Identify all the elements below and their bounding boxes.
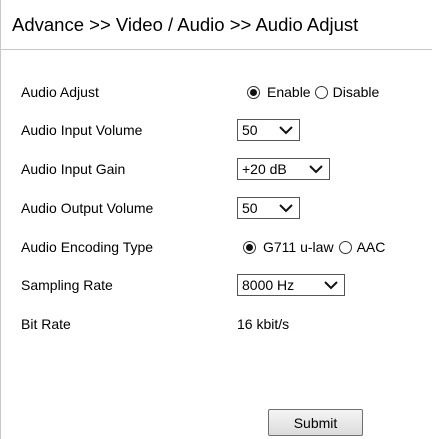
audio-input-volume-control: 50 <box>237 116 300 144</box>
audio-adjust-disable-radio[interactable] <box>314 85 328 99</box>
submit-button[interactable]: Submit <box>268 409 363 436</box>
audio-input-gain-select[interactable]: +20 dB <box>237 158 330 180</box>
row-audio-input-volume: Audio Input Volume 50 <box>1 116 432 144</box>
audio-encoding-type-label: Audio Encoding Type <box>21 239 154 255</box>
audio-adjust-control: Enable Disable <box>247 78 379 106</box>
page-title: Advance >> Video / Audio >> Audio Adjust <box>12 14 359 35</box>
page-header: Advance >> Video / Audio >> Audio Adjust <box>1 0 432 50</box>
audio-adjust-disable-label[interactable]: Disable <box>333 84 380 100</box>
audio-adjust-panel: Advance >> Video / Audio >> Audio Adjust… <box>0 0 432 439</box>
row-audio-output-volume: Audio Output Volume 50 <box>1 194 432 222</box>
audio-input-volume-value: 50 <box>242 122 258 138</box>
audio-adjust-radio-group: Enable Disable <box>247 84 379 100</box>
sampling-rate-control: 8000 Hz <box>237 271 345 299</box>
row-bit-rate: Bit Rate 16 kbit/s <box>1 310 432 338</box>
chevron-down-icon <box>279 204 293 213</box>
audio-input-volume-select[interactable]: 50 <box>237 119 300 141</box>
audio-adjust-enable-label[interactable]: Enable <box>267 84 311 100</box>
encoding-aac-label[interactable]: AAC <box>357 239 386 255</box>
encoding-g711-radio[interactable] <box>243 240 256 254</box>
chevron-down-icon <box>279 126 293 135</box>
audio-output-volume-select[interactable]: 50 <box>237 197 300 219</box>
row-audio-input-gain: Audio Input Gain +20 dB <box>1 155 432 183</box>
bit-rate-value: 16 kbit/s <box>237 316 290 332</box>
audio-adjust-enable-radio[interactable] <box>247 85 260 99</box>
bit-rate-label: Bit Rate <box>21 316 71 332</box>
chevron-down-icon <box>309 165 323 174</box>
audio-output-volume-control: 50 <box>237 194 300 222</box>
bit-rate-control: 16 kbit/s <box>237 310 289 338</box>
audio-encoding-radio-group: G711 u-law AAC <box>243 239 385 255</box>
sampling-rate-value: 8000 Hz <box>242 277 295 293</box>
audio-adjust-label: Audio Adjust <box>21 84 99 100</box>
sampling-rate-label: Sampling Rate <box>21 277 113 293</box>
row-audio-encoding-type: Audio Encoding Type G711 u-law AAC <box>1 233 432 261</box>
sampling-rate-select[interactable]: 8000 Hz <box>237 274 345 296</box>
row-sampling-rate: Sampling Rate 8000 Hz <box>1 271 432 299</box>
audio-input-gain-control: +20 dB <box>237 155 330 183</box>
encoding-aac-radio[interactable] <box>338 240 352 254</box>
row-audio-adjust: Audio Adjust Enable Disable <box>1 78 432 106</box>
audio-input-gain-value: +20 dB <box>242 161 287 177</box>
encoding-g711-label[interactable]: G711 u-law <box>263 239 334 255</box>
chevron-down-icon <box>324 281 338 290</box>
audio-encoding-type-control: G711 u-law AAC <box>243 233 385 261</box>
audio-output-volume-value: 50 <box>242 200 258 216</box>
audio-output-volume-label: Audio Output Volume <box>21 200 154 216</box>
audio-input-volume-label: Audio Input Volume <box>21 122 143 138</box>
audio-input-gain-label: Audio Input Gain <box>21 161 126 177</box>
